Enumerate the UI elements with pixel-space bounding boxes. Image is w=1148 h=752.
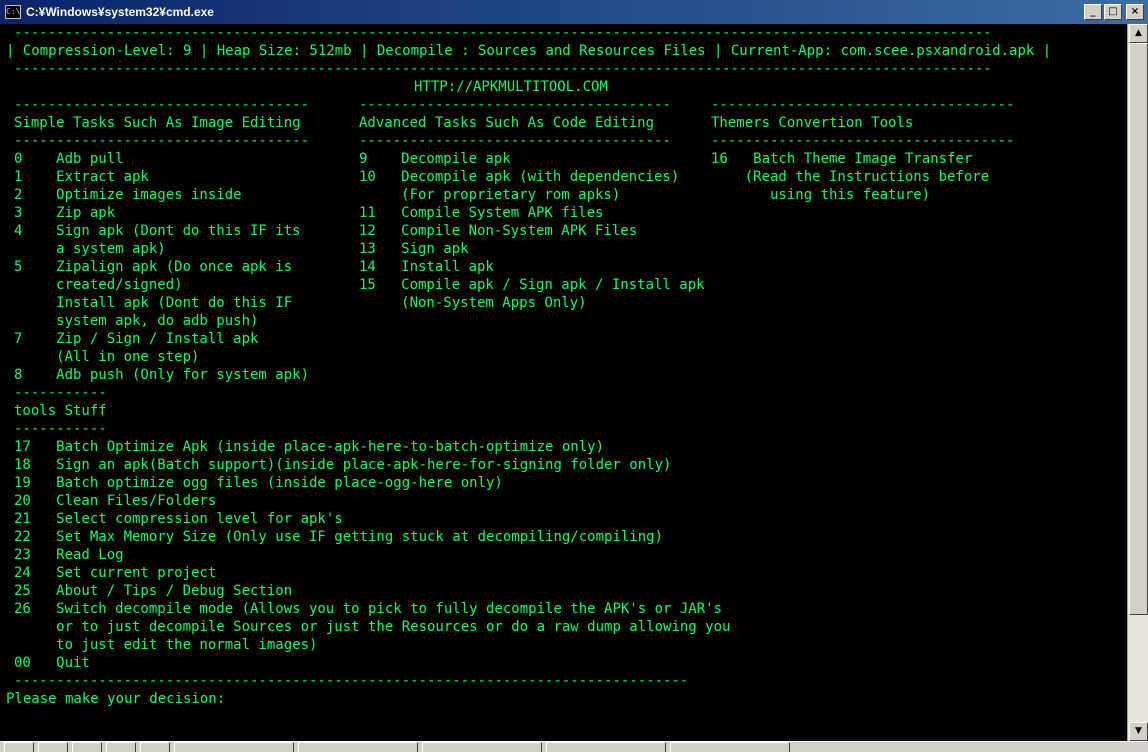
menu-line: a system apk): [14, 241, 166, 257]
window-titlebar[interactable]: C:\ C:¥Windows¥system32¥cmd.exe _ □ ×: [0, 0, 1148, 24]
menu-line: 2 Optimize images inside: [14, 187, 242, 203]
scroll-thumb[interactable]: [1129, 43, 1148, 615]
menu-line: 18 Sign an apk(Batch support)(inside pla…: [14, 457, 672, 473]
menu-line: 19 Batch optimize ogg files (inside plac…: [14, 475, 503, 491]
menu-line: 0 Adb pull: [14, 151, 124, 167]
site-url: HTTP://APKMULTITOOL.COM: [414, 79, 608, 95]
separator-line: ----------------------------------------…: [14, 61, 992, 77]
menu-line: 00 Quit: [14, 655, 90, 671]
separator-line: -----------------------------------: [14, 97, 310, 113]
menu-line: 22 Set Max Memory Size (Only use IF gett…: [14, 529, 664, 545]
separator-line: -----------: [14, 421, 107, 437]
console-output[interactable]: ----------------------------------------…: [0, 24, 1127, 741]
vertical-scrollbar[interactable]: ▲ ▼: [1127, 24, 1148, 741]
section-header-advanced: Advanced Tasks Such As Code Editing: [359, 115, 655, 131]
menu-line: 16 Batch Theme Image Transfer: [711, 151, 973, 167]
menu-line: 12 Compile Non-System APK Files: [359, 223, 638, 239]
window-controls: _ □ ×: [1082, 4, 1144, 20]
menu-line: 5 Zipalign apk (Do once apk is: [14, 259, 293, 275]
menu-line: system apk, do adb push): [14, 313, 259, 329]
menu-line: 17 Batch Optimize Apk (inside place-apk-…: [14, 439, 605, 455]
menu-line: (Read the Instructions before: [711, 169, 990, 185]
menu-line: 4 Sign apk (Dont do this IF its: [14, 223, 301, 239]
menu-line: 23 Read Log: [14, 547, 124, 563]
menu-line: 20 Clean Files/Folders: [14, 493, 217, 509]
menu-line: 13 Sign apk: [359, 241, 469, 257]
menu-line: 10 Decompile apk (with dependencies): [359, 169, 680, 185]
menu-line: 11 Compile System APK files: [359, 205, 604, 221]
menu-line: 21 Select compression level for apk's: [14, 511, 343, 527]
window-title: C:¥Windows¥system32¥cmd.exe: [26, 5, 214, 19]
separator-line: ----------------------------------------…: [14, 25, 992, 41]
scroll-up-icon[interactable]: ▲: [1129, 24, 1148, 43]
status-line: | Compression-Level: 9 | Heap Size: 512m…: [6, 43, 1052, 59]
maximize-button[interactable]: □: [1104, 4, 1122, 20]
menu-line: 26 Switch decompile mode (Allows you to …: [14, 601, 723, 617]
menu-line: 1 Extract apk: [14, 169, 149, 185]
separator-line: -----------------------------------: [14, 133, 310, 149]
menu-line: 24 Set current project: [14, 565, 217, 581]
menu-line: (Non-System Apps Only): [359, 295, 587, 311]
menu-line: (All in one step): [14, 349, 200, 365]
menu-line: 25 About / Tips / Debug Section: [14, 583, 293, 599]
menu-line: created/signed): [14, 277, 183, 293]
separator-line: ----------------------------------------…: [14, 673, 689, 689]
section-header-simple: Simple Tasks Such As Image Editing: [14, 115, 301, 131]
section-header-tools: tools Stuff: [14, 403, 107, 419]
separator-line: -----------: [14, 385, 107, 401]
menu-line: using this feature): [711, 187, 931, 203]
close-button[interactable]: ×: [1126, 4, 1144, 20]
minimize-button[interactable]: _: [1084, 4, 1102, 20]
separator-line: -------------------------------------: [359, 133, 671, 149]
menu-line: 3 Zip apk: [14, 205, 116, 221]
menu-line: 14 Install apk: [359, 259, 494, 275]
taskbar: [0, 741, 1148, 752]
separator-line: -------------------------------------: [359, 97, 671, 113]
section-header-themers: Themers Convertion Tools: [711, 115, 914, 131]
separator-line: ------------------------------------: [711, 133, 1015, 149]
menu-line: 15 Compile apk / Sign apk / Install apk: [359, 277, 705, 293]
separator-line: ------------------------------------: [711, 97, 1015, 113]
menu-line: to just edit the normal images): [14, 637, 318, 653]
menu-line: (For proprietary rom apks): [359, 187, 621, 203]
decision-prompt[interactable]: Please make your decision:: [6, 690, 225, 708]
cmd-icon: C:\: [5, 5, 21, 19]
menu-line: 9 Decompile apk: [359, 151, 511, 167]
menu-line: or to just decompile Sources or just the…: [14, 619, 731, 635]
menu-line: 8 Adb push (Only for system apk): [14, 367, 310, 383]
menu-line: Install apk (Dont do this IF: [14, 295, 293, 311]
scroll-down-icon[interactable]: ▼: [1129, 722, 1148, 741]
menu-line: 7 Zip / Sign / Install apk: [14, 331, 259, 347]
